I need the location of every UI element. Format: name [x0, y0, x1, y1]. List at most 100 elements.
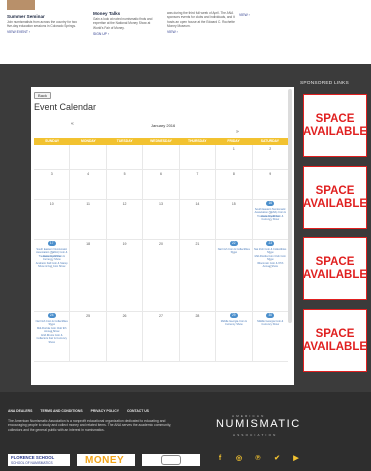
- promo-open-house: was during the third full week of April.…: [167, 11, 237, 35]
- calendar-day-cell[interactable]: 9: [252, 170, 288, 200]
- sponsored-links-heading: SPONSORED LINKS: [300, 81, 349, 86]
- next-month-button[interactable]: »: [236, 129, 239, 135]
- calendar-day-cell[interactable]: 7: [179, 170, 217, 200]
- footer-link-privacy[interactable]: PRIVACY POLICY: [91, 409, 119, 413]
- event-separator: —: [268, 218, 272, 222]
- calendar-day-cell[interactable]: 16 South Eastern Numismatic Association (…: [252, 200, 288, 240]
- day-number: 10: [49, 202, 54, 206]
- calendar-day-cell[interactable]: 3: [34, 170, 71, 200]
- calendar-day-cell[interactable]: 2: [252, 145, 288, 170]
- calendar-day-cell[interactable]: 24 Nat Irish Coin & Collectibles Show — Mid…: [34, 312, 71, 362]
- ana-logo[interactable]: NUMISMATIC: [216, 418, 301, 430]
- promo-money-talks: Money Talks Gain a look at noted numisma…: [93, 11, 161, 36]
- promo-link[interactable]: VIEW ›: [239, 13, 279, 17]
- calendar-day-cell[interactable]: 15: [216, 200, 253, 240]
- ad-line: SPACE: [315, 112, 355, 125]
- calendar-week-row: 12: [34, 145, 288, 170]
- calendar-day-cell[interactable]: 29 Middle Georgia Coin & Currency Show: [216, 312, 253, 362]
- promo-summer-seminar: Summer Seminar Join numismatists from ac…: [7, 14, 81, 35]
- calendar-day-cell[interactable]: 20: [143, 240, 180, 312]
- calendar-day-cell[interactable]: [34, 145, 71, 170]
- ad-slot-1[interactable]: SPACE AVAILABLE: [303, 94, 367, 157]
- calendar-day-cell[interactable]: 5: [106, 170, 144, 200]
- ad-line: SPACE: [315, 184, 355, 197]
- calendar-body: 1 2 3 4 5 6 7 8 9 10 11 12 13 14 15 16 South Eastern Num…: [34, 145, 288, 362]
- month-label: January 2016: [151, 123, 176, 128]
- pinterest-icon[interactable]: ℗: [254, 455, 262, 463]
- promo-extra: VIEW ›: [239, 11, 279, 17]
- back-button[interactable]: Back: [34, 92, 51, 99]
- prev-month-button[interactable]: «: [71, 121, 74, 127]
- promo-link[interactable]: SIGN UP ›: [93, 32, 161, 36]
- calendar-day-cell[interactable]: [70, 145, 107, 170]
- calendar-day-cell[interactable]: 14: [179, 200, 217, 240]
- ad-slot-4[interactable]: SPACE AVAILABLE: [303, 309, 367, 372]
- day-event-badge: 24: [47, 313, 56, 318]
- weekday-header: MONDAY: [81, 139, 96, 143]
- calendar-day-cell[interactable]: 18: [70, 240, 107, 312]
- weekday-header: SUNDAY: [45, 139, 60, 143]
- calendar-day-cell[interactable]: 30 Middle Georgia Coin & Currency Show: [252, 312, 288, 362]
- day-number: 26: [122, 314, 127, 318]
- partner-name: FLORENCE SCHOOL: [11, 455, 55, 460]
- calendar-day-cell[interactable]: 21: [179, 240, 217, 312]
- footer-link-terms[interactable]: TERMS AND CONDITIONS: [40, 409, 82, 413]
- instagram-icon[interactable]: ◎: [235, 455, 243, 463]
- calendar-day-cell[interactable]: 6: [143, 170, 180, 200]
- calendar-day-cell[interactable]: 8: [216, 170, 253, 200]
- event-link[interactable]: Middle Georgia Coin & Currency Show: [217, 320, 250, 327]
- facebook-icon[interactable]: f: [216, 455, 224, 463]
- calendar-week-row: 3 4 5 6 7 8 9: [34, 170, 288, 200]
- calendar-day-cell[interactable]: 22 Nat Irish Coin & Collectibles Show —: [216, 240, 253, 312]
- calendar-day-cell[interactable]: [143, 145, 180, 170]
- calendar-day-cell[interactable]: 19: [106, 240, 144, 312]
- calendar-day-cell[interactable]: 13: [143, 200, 180, 240]
- partner-florence-school[interactable]: FLORENCE SCHOOL SCHOOL OF NUMISMATICS: [8, 454, 70, 466]
- weekday-header: THURSDAY: [188, 139, 207, 143]
- twitter-icon[interactable]: ✔: [273, 455, 281, 463]
- promo-text: Join numismatists from across the countr…: [7, 20, 77, 29]
- ad-line: AVAILABLE: [302, 268, 368, 281]
- day-event-badge: 16: [266, 201, 275, 206]
- footer-link-contact[interactable]: CONTACT US: [127, 409, 149, 413]
- promo-link[interactable]: VIEW ›: [167, 30, 237, 34]
- ad-slot-3[interactable]: SPACE AVAILABLE: [303, 237, 367, 300]
- youtube-icon[interactable]: ▶: [292, 455, 300, 463]
- weekday-header: FRIDAY: [227, 139, 240, 143]
- calendar-day-cell[interactable]: 23 Nat Irish Coin & Collectibles Show — Mid…: [252, 240, 288, 312]
- ad-line: SPACE: [315, 255, 355, 268]
- promo-link[interactable]: VIEW EVENT ›: [7, 30, 81, 34]
- day-event-badge: 23: [266, 241, 275, 246]
- calendar-day-cell[interactable]: 28: [179, 312, 217, 362]
- calendar-day-cell[interactable]: [179, 145, 217, 170]
- social-links: f ◎ ℗ ✔ ▶: [216, 455, 300, 463]
- calendar-day-cell[interactable]: 27: [143, 312, 180, 362]
- partner-seal[interactable]: [142, 454, 200, 466]
- ad-line: AVAILABLE: [302, 125, 368, 138]
- event-link[interactable]: ANA Illinois Coin & Collectors Fair & Cu…: [35, 334, 68, 344]
- promo-strip: Summer Seminar Join numismatists from ac…: [0, 0, 371, 64]
- partner-money-museum[interactable]: MONEY: [77, 454, 135, 466]
- event-link[interactable]: Middle Georgia Coin & Currency Show: [254, 320, 287, 327]
- calendar-scrollbar[interactable]: [288, 89, 292, 323]
- day-number: 3: [50, 172, 53, 176]
- day-number: 8: [232, 172, 235, 176]
- calendar-day-cell[interactable]: 17 South Eastern Numismatic Association (…: [34, 240, 71, 312]
- day-number: 18: [86, 242, 91, 246]
- calendar-day-cell[interactable]: 1: [216, 145, 253, 170]
- day-event-badge: 30: [266, 313, 275, 318]
- footer-about-text: The American Numismatic Association is a…: [8, 419, 172, 432]
- calendar-day-cell[interactable]: [106, 145, 144, 170]
- ad-line: AVAILABLE: [302, 197, 368, 210]
- calendar-day-cell[interactable]: 26: [106, 312, 144, 362]
- ad-slot-2[interactable]: SPACE AVAILABLE: [303, 166, 367, 229]
- footer-link-dealers[interactable]: ANA DEALERS: [8, 409, 32, 413]
- day-number: 5: [123, 172, 126, 176]
- calendar-day-cell[interactable]: 11: [70, 200, 107, 240]
- day-number: 2: [269, 147, 272, 151]
- calendar-day-cell[interactable]: 10: [34, 200, 71, 240]
- calendar-day-cell[interactable]: 4: [70, 170, 107, 200]
- calendar-day-cell[interactable]: 12: [106, 200, 144, 240]
- day-number: 19: [122, 242, 127, 246]
- calendar-day-cell[interactable]: 25: [70, 312, 107, 362]
